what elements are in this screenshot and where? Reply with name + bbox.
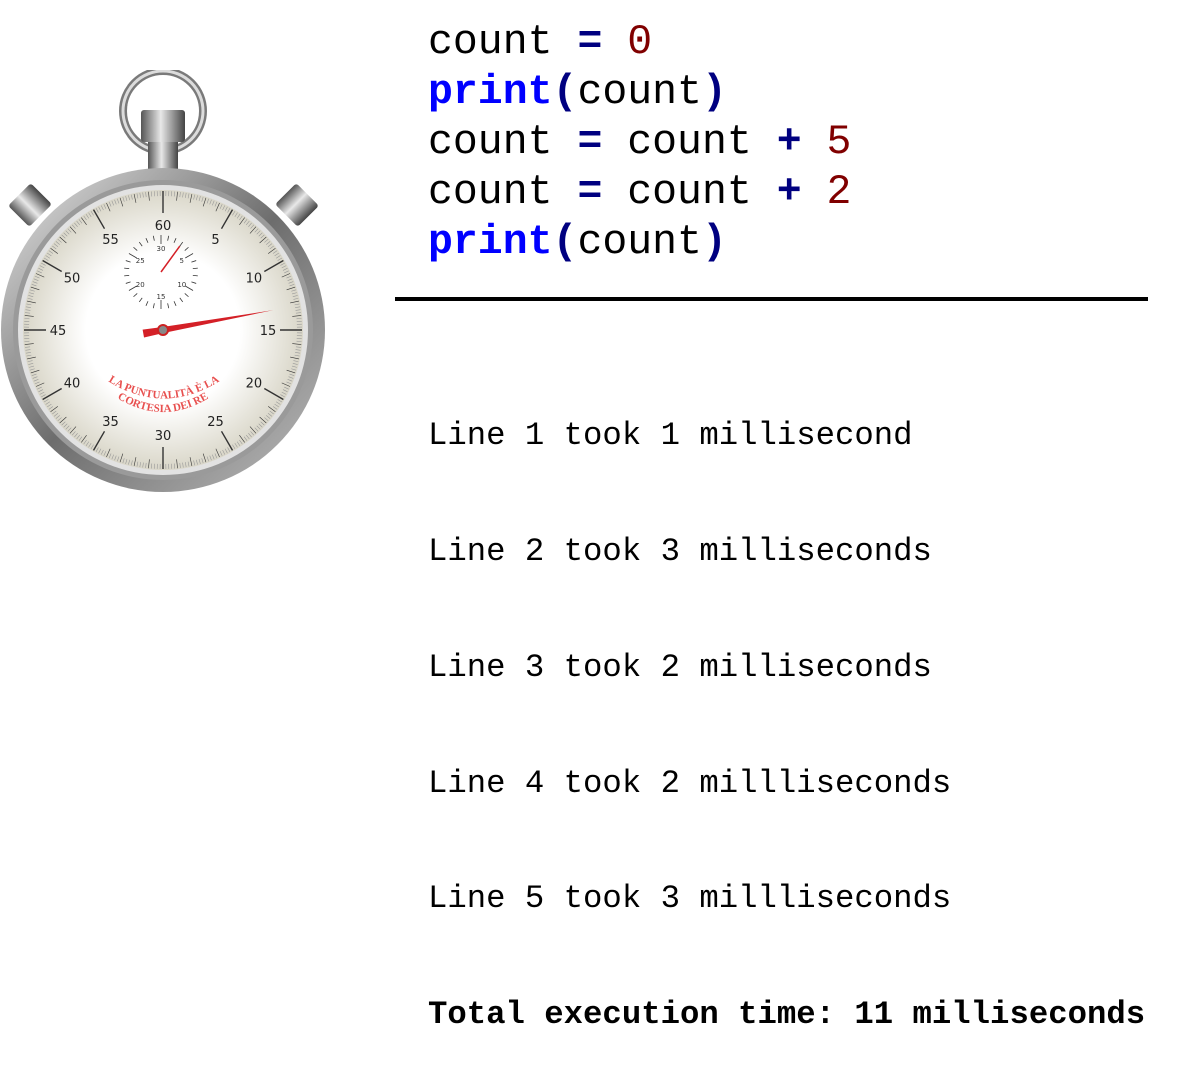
hand-pivot [158, 325, 168, 335]
subdial-label: 30 [157, 245, 166, 253]
subdial-label: 5 [180, 257, 184, 265]
subdial-tick [124, 268, 129, 269]
dial-label: 45 [50, 324, 67, 339]
dial-label: 30 [155, 429, 172, 444]
identifier: count [577, 219, 702, 266]
operator: + [777, 119, 802, 166]
identifier [802, 119, 827, 166]
dial-label: 55 [102, 233, 119, 248]
operator: + [777, 169, 802, 216]
code-line: count = count + 2 [428, 168, 851, 218]
operator: ( [553, 219, 578, 266]
subdial-tick [193, 268, 198, 269]
dial-label: 15 [260, 324, 277, 339]
crown-button[interactable] [141, 110, 185, 142]
separator-line [395, 297, 1148, 301]
code-line: print(count) [428, 218, 851, 268]
identifier: count [602, 119, 776, 166]
operator: ( [553, 69, 578, 116]
dial-label: 20 [246, 377, 263, 392]
identifier [802, 169, 827, 216]
code-line: print(count) [428, 68, 851, 118]
total-time: Total execution time: 11 milliseconds [428, 996, 1145, 1035]
number-literal: 5 [827, 119, 852, 166]
dial-label: 5 [211, 233, 219, 248]
output-line: Line 2 took 3 milliseconds [428, 533, 1145, 572]
identifier: count [428, 19, 577, 66]
keyword: print [428, 69, 553, 116]
subdial-tick [124, 275, 129, 276]
operator: = [577, 119, 602, 166]
subdial-label: 20 [136, 281, 145, 289]
operator: = [577, 169, 602, 216]
subdial-label: 15 [157, 293, 166, 301]
operator: ) [702, 69, 727, 116]
code-line: count = count + 5 [428, 118, 851, 168]
keyword: print [428, 219, 553, 266]
output-line: Line 1 took 1 millisecond [428, 417, 1145, 456]
output-line: Line 5 took 3 millliseconds [428, 880, 1145, 919]
number-literal: 2 [827, 169, 852, 216]
dial-label: 50 [64, 272, 81, 287]
identifier [602, 19, 627, 66]
identifier: count [428, 119, 577, 166]
code-block: count = 0print(count)count = count + 5co… [428, 18, 851, 268]
subdial-label: 10 [177, 281, 186, 289]
dial-label: 60 [155, 219, 172, 234]
dial-label: 10 [246, 272, 263, 287]
dial-label: 40 [64, 377, 81, 392]
output-line: Line 4 took 2 millliseconds [428, 765, 1145, 804]
number-literal: 0 [627, 19, 652, 66]
identifier: count [428, 169, 577, 216]
operator: ) [702, 219, 727, 266]
timing-output: Line 1 took 1 millisecond Line 2 took 3 … [428, 340, 1145, 1073]
dial-label: 25 [207, 415, 224, 430]
code-line: count = 0 [428, 18, 851, 68]
output-line: Line 3 took 2 milliseconds [428, 649, 1145, 688]
operator: = [577, 19, 602, 66]
dial-label: 35 [102, 415, 119, 430]
identifier: count [577, 69, 702, 116]
subdial-tick [193, 275, 198, 276]
identifier: count [602, 169, 776, 216]
subdial-label: 25 [136, 257, 145, 265]
stopwatch-illustration: 60510152025303540455055 30510152025 LA P… [0, 70, 330, 500]
